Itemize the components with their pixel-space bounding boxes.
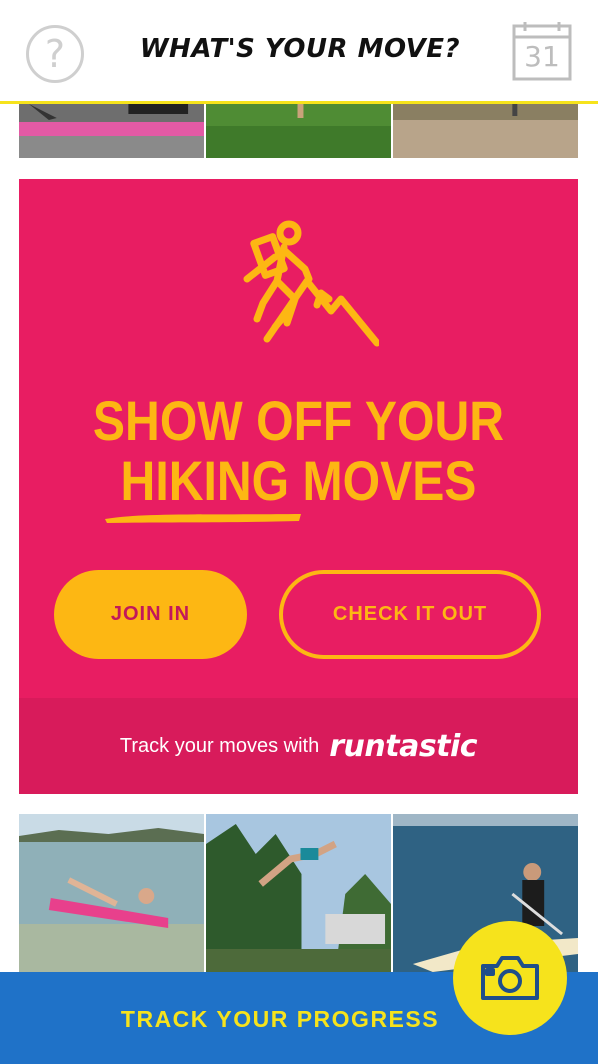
- runtastic-logo: runtastic: [329, 728, 478, 764]
- hiker-icon: [243, 220, 379, 347]
- track-text: Track your moves with: [119, 734, 320, 757]
- headline: SHOW OFF YOUR HIKING MOVES: [58, 391, 539, 511]
- photo-image: [206, 814, 391, 972]
- photo-tile[interactable]: [393, 104, 578, 158]
- join-in-button[interactable]: JOIN IN: [54, 570, 247, 659]
- calendar-day: 31: [524, 40, 560, 73]
- photo-image: [19, 814, 204, 972]
- photo-image: [19, 104, 204, 158]
- track-progress-label: TRACK YOUR PROGRESS: [120, 1006, 440, 1032]
- promo-card: SHOW OFF YOUR HIKING MOVES JOIN IN CHECK…: [19, 179, 578, 794]
- camera-button[interactable]: [453, 921, 567, 1035]
- photo-tile[interactable]: [206, 814, 391, 972]
- photo-image: [206, 104, 391, 158]
- headline-line-2: HIKING MOVES: [120, 449, 477, 512]
- calendar-button[interactable]: 31: [511, 22, 573, 82]
- runtastic-link[interactable]: Track your moves with runtastic: [19, 698, 578, 794]
- headline-line-1: SHOW OFF YOUR: [92, 389, 505, 452]
- question-circle-icon: ?: [44, 32, 66, 76]
- check-it-out-button[interactable]: CHECK IT OUT: [279, 570, 541, 659]
- photo-tile[interactable]: [19, 104, 204, 158]
- photo-tile[interactable]: [206, 104, 391, 158]
- photo-tile[interactable]: [19, 814, 204, 972]
- app-header: ? WHAT'S YOUR MOVE? 31: [0, 0, 598, 104]
- photo-image: [393, 104, 578, 158]
- photo-strip-top: [19, 104, 578, 158]
- page-title: WHAT'S YOUR MOVE?: [139, 34, 461, 64]
- brush-underline: [105, 514, 301, 523]
- help-button[interactable]: ?: [26, 25, 84, 83]
- camera-icon: [481, 956, 539, 1000]
